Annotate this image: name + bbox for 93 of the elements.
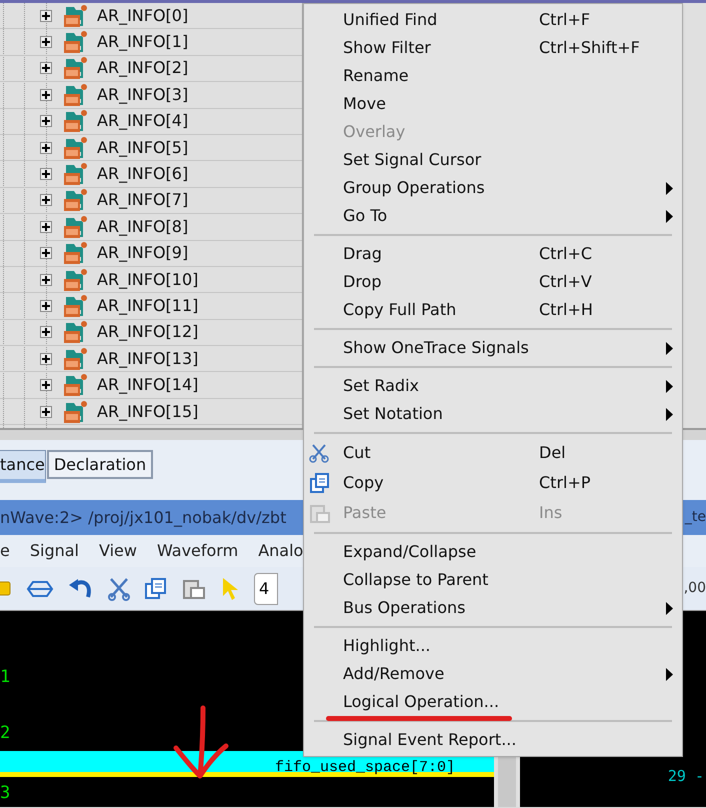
window-title: nWave:2> /proj/jx101_nobak/dv/zbt <box>0 506 286 529</box>
expand-toggle[interactable] <box>40 220 52 233</box>
zoom-field[interactable]: 4 <box>254 572 278 604</box>
expand-toggle[interactable] <box>40 142 52 154</box>
group-label: 1 <box>0 666 10 689</box>
tab[interactable]: Declaration <box>46 450 154 479</box>
menu-item[interactable]: Rename <box>304 62 682 90</box>
generate-block-icon <box>62 240 88 266</box>
menu-item[interactable]: Logical Operation... <box>304 688 682 716</box>
menu-item[interactable]: Copy Ctrl+P <box>304 468 682 498</box>
menu-item[interactable]: Drop Ctrl+V <box>304 268 682 296</box>
generate-block-icon <box>62 266 88 293</box>
menu-item[interactable]: Collapse to Parent <box>304 566 682 594</box>
signal-scope-label[interactable]: AR_INFO[1] <box>97 30 188 54</box>
expand-toggle[interactable] <box>40 300 52 312</box>
menu-item[interactable]: Set Signal Cursor <box>304 146 682 174</box>
menu-item[interactable]: Show OneTrace Signals <box>304 334 682 362</box>
menu-item[interactable]: Set Radix <box>304 372 682 400</box>
menu-bar-item[interactable]: Analo <box>258 539 304 563</box>
group-label: 2 <box>0 722 10 745</box>
signal-scope-label[interactable]: AR_INFO[14] <box>97 373 198 398</box>
cut-icon[interactable] <box>108 576 130 600</box>
menu-bar-item[interactable]: Signal <box>30 539 79 563</box>
expand-toggle[interactable] <box>40 36 52 48</box>
generate-block-icon <box>62 346 88 372</box>
generate-block-icon <box>62 214 88 240</box>
signal-scope-label[interactable]: AR_INFO[2] <box>97 56 188 80</box>
signal-name: fifo_used_space[7:0] <box>275 761 456 775</box>
generate-block-icon <box>62 134 88 161</box>
menu-item[interactable]: Unified Find Ctrl+F <box>304 6 682 34</box>
expand-toggle[interactable] <box>40 379 52 392</box>
signal-scope-label[interactable]: AR_INFO[5] <box>97 136 188 160</box>
time-value: ,00 <box>684 579 706 598</box>
menu-item[interactable]: Highlight... <box>304 632 682 660</box>
expand-toggle[interactable] <box>40 62 52 74</box>
menu-bar-item[interactable]: View <box>99 539 137 563</box>
menu-item[interactable]: Cut Del <box>304 438 682 468</box>
signal-scope-label[interactable]: AR_INFO[3] <box>97 82 188 107</box>
menu-item[interactable]: Show Filter Ctrl+Shift+F <box>304 34 682 62</box>
menu-item[interactable]: Expand/Collapse <box>304 538 682 566</box>
signal-scope-label[interactable]: AR_INFO[10] <box>97 268 198 292</box>
signal-value: 29 - <box>668 768 704 784</box>
paste-icon <box>309 502 331 524</box>
signal-scope-label[interactable]: AR_INFO[15] <box>97 400 198 424</box>
signal-scope-label[interactable]: AR_INFO[0] <box>97 4 188 28</box>
copy-icon <box>309 472 331 494</box>
generate-block-icon <box>62 398 88 425</box>
menu-item[interactable]: Drag Ctrl+C <box>304 240 682 268</box>
tab[interactable]: tance <box>0 450 46 483</box>
generate-block-icon <box>62 187 88 214</box>
menu-item[interactable]: Add/Remove <box>304 660 682 688</box>
expand-toggle[interactable] <box>40 274 52 286</box>
signal-scope-label[interactable]: AR_INFO[8] <box>97 214 188 239</box>
generate-block-icon <box>62 55 88 82</box>
menu-item[interactable]: Copy Full Path Ctrl+H <box>304 296 682 324</box>
window-title: _te <box>684 508 706 527</box>
signal-scope-label[interactable]: AR_INFO[6] <box>97 162 188 186</box>
folder-icon[interactable] <box>0 578 12 598</box>
signal-scope-label[interactable]: AR_INFO[7] <box>97 188 188 212</box>
signal-scope-label[interactable]: AR_INFO[11] <box>97 294 198 318</box>
generate-block-icon <box>62 161 88 188</box>
menu-item[interactable]: Move <box>304 90 682 118</box>
menu-item[interactable]: Go To <box>304 202 682 230</box>
generate-block-icon <box>62 3 88 29</box>
signal-scope-label[interactable]: AR_INFO[9] <box>97 241 188 266</box>
generate-block-icon <box>62 29 88 56</box>
menu-item[interactable]: Group Operations <box>304 174 682 202</box>
expand-toggle[interactable] <box>40 194 52 206</box>
menu-bar-item[interactable]: Waveform <box>156 539 238 563</box>
expand-toggle[interactable] <box>40 352 52 365</box>
signal-scope-label[interactable]: AR_INFO[4] <box>97 109 188 134</box>
expand-toggle[interactable] <box>40 326 52 338</box>
menu-item[interactable]: Signal Event Report... <box>304 726 682 754</box>
expand-toggle[interactable] <box>40 247 52 260</box>
generate-block-icon <box>62 108 88 134</box>
generate-block-icon <box>62 293 88 319</box>
cut-icon <box>309 443 329 463</box>
expand-toggle[interactable] <box>40 88 52 101</box>
expand-toggle[interactable] <box>40 406 52 418</box>
menu-item[interactable]: Set Notation <box>304 400 682 428</box>
signal-scope-label[interactable]: AR_INFO[13] <box>97 346 198 371</box>
undo-icon[interactable] <box>68 576 94 600</box>
signal-scope-label[interactable]: AR_INFO[12] <box>97 320 198 344</box>
expand-toggle[interactable] <box>40 115 52 128</box>
group-label: 3 <box>0 782 10 805</box>
expand-toggle[interactable] <box>40 168 52 180</box>
generate-block-icon <box>62 372 88 398</box>
generate-block-icon <box>62 319 88 346</box>
generate-block-icon <box>62 82 88 108</box>
menu-bar-item[interactable]: e <box>0 539 10 563</box>
menu-item[interactable]: Bus Operations <box>304 594 682 622</box>
copy-icon[interactable] <box>144 576 168 600</box>
expand-toggle[interactable] <box>40 10 52 22</box>
